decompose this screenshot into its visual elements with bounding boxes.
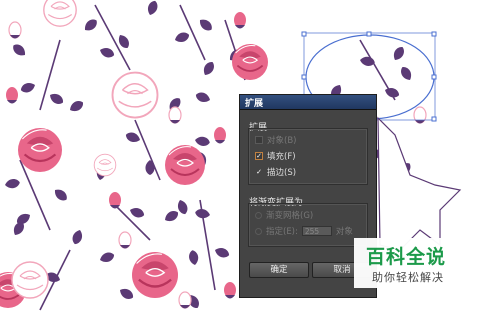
fill-check-icon: ✓ [255, 151, 263, 160]
watermark-logo: 百科全说 助你轻松解决 [354, 238, 466, 288]
fill-checkbox-label: 填充(F) [267, 152, 296, 162]
object-checkbox-label: 对象(B) [267, 136, 297, 146]
gradient-mesh-radio-icon [255, 211, 262, 219]
specify-label: 指定(E): [266, 227, 298, 237]
gradient-mesh-label: 渐变网格(G) [266, 211, 314, 221]
dialog-titlebar[interactable]: 扩展 [240, 95, 376, 110]
fill-checkbox[interactable]: ✓ 填充(F) [255, 150, 296, 162]
watermark-subtitle: 助你轻松解决 [372, 271, 444, 284]
ok-button[interactable]: 确定 [249, 262, 309, 278]
expand-group: 对象(B) ✓ 填充(F) ✓ 描边(S) [248, 128, 368, 185]
gradient-mesh-radio[interactable]: 渐变网格(G) [255, 209, 313, 221]
object-checkbox[interactable]: 对象(B) [255, 134, 296, 146]
watermark-title: 百科全说 [366, 246, 447, 268]
specify-objects-input[interactable]: 255 [301, 226, 332, 236]
stroke-check-icon: ✓ [256, 167, 262, 176]
specify-radio-icon [255, 227, 262, 235]
specify-radio[interactable]: 指定(E): 255 对象 [255, 225, 353, 237]
dialog-title: 扩展 [245, 98, 264, 109]
stroke-checkbox-label: 描边(S) [267, 168, 297, 178]
specify-suffix: 对象 [335, 227, 353, 237]
object-checkbox-box [255, 136, 263, 144]
stroke-checkbox[interactable]: ✓ 描边(S) [255, 166, 296, 178]
gradient-group: 渐变网格(G) 指定(E): 255 对象 [248, 203, 368, 247]
